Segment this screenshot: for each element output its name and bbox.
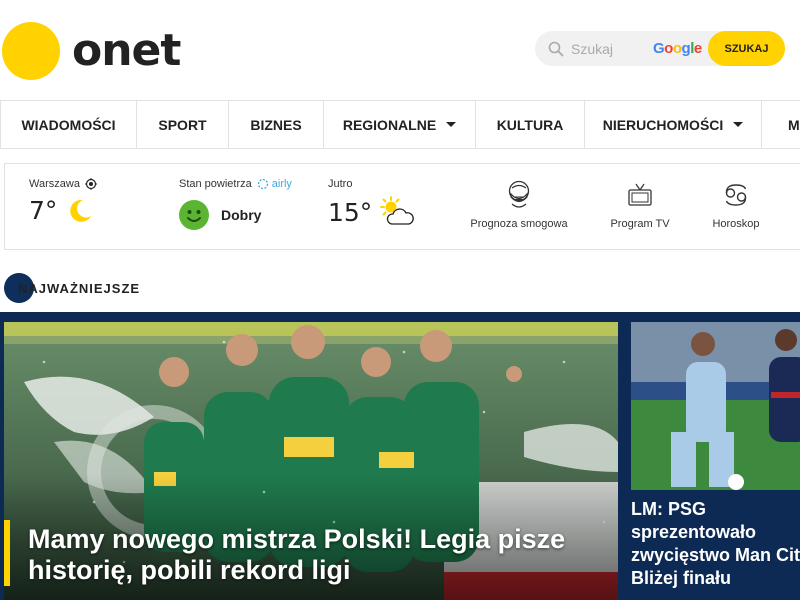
search-bar: Google SZUKAJ: [535, 31, 785, 66]
tomorrow-row: 15°: [328, 196, 416, 228]
smog-forecast-link[interactable]: Prognoza smogowa: [467, 180, 571, 230]
nav-item-regionalne[interactable]: REGIONALNE: [324, 101, 476, 148]
sun-cloud-icon: [380, 196, 415, 225]
air-quality-widget[interactable]: Stan powietrza airly Dobry: [179, 178, 292, 230]
nav-label: SPORT: [158, 116, 207, 133]
nav-item-sport[interactable]: SPORT: [137, 101, 229, 148]
tomorrow-temp: 15°: [328, 197, 373, 227]
side-story-title[interactable]: LM: PSG sprezentowało zwycięstwo Man Cit…: [631, 498, 800, 590]
tomorrow-label: Jutro: [328, 178, 353, 190]
smog-mask-icon: [508, 180, 530, 208]
weather-now-widget[interactable]: Warszawa 7°: [29, 178, 97, 225]
section-heading: NAJWAŻNIEJSZE: [4, 273, 140, 303]
side-story[interactable]: LM: PSG sprezentowało zwycięstwo Man Cit…: [631, 322, 800, 600]
chevron-down-icon: [733, 122, 744, 127]
weather-tomorrow-widget[interactable]: Jutro 15°: [328, 178, 416, 228]
google-logo: Google: [653, 40, 702, 57]
side-image: [631, 322, 800, 490]
search-button[interactable]: SZUKAJ: [708, 31, 785, 66]
logo-text: onet: [72, 25, 181, 76]
side-story-image: [631, 322, 800, 490]
search-icon: [541, 31, 571, 66]
nav-item-wiadomosci[interactable]: WIADOMOŚCI: [0, 101, 137, 148]
zodiac-icon: [725, 184, 747, 206]
air-quality-row: Dobry: [179, 200, 292, 230]
tv-program-label: Program TV: [610, 218, 670, 230]
weather-now-temp: 7°: [29, 196, 58, 225]
main-nav: WIADOMOŚCI SPORT BIZNES REGIONALNE KULTU…: [0, 100, 800, 149]
weather-city: Warszawa: [29, 178, 80, 190]
airly-icon: [257, 178, 268, 190]
nav-item-nieruchomosci[interactable]: NIERUCHOMOŚCI: [585, 101, 762, 148]
moon-icon: [70, 199, 92, 222]
air-quality-label: Stan powietrza: [179, 178, 252, 190]
header: onet Google SZUKAJ: [0, 0, 800, 100]
tv-program-link[interactable]: Program TV: [605, 180, 675, 230]
hero-story[interactable]: Mamy nowego mistrza Polski! Legia pisze …: [4, 322, 618, 600]
hero-title[interactable]: Mamy nowego mistrza Polski! Legia pisze …: [28, 524, 568, 586]
chevron-down-icon: [446, 122, 457, 127]
horoscope-link[interactable]: Horoskop: [705, 180, 767, 230]
logo-dot: [2, 22, 60, 80]
nav-label: BIZNES: [250, 116, 302, 133]
tomorrow-label-row: Jutro: [328, 178, 416, 190]
widgets-bar: Warszawa 7° Stan powietrza airly Dobry J…: [4, 163, 800, 250]
nav-item-more[interactable]: M: [762, 101, 800, 148]
location-icon: [84, 178, 97, 190]
air-quality-status: Dobry: [221, 207, 262, 223]
hero-accent-bar: [4, 520, 10, 586]
airly-text: airly: [271, 178, 292, 190]
nav-label: WIADOMOŚCI: [21, 116, 116, 133]
tv-icon: [628, 183, 652, 206]
air-quality-label-row: Stan powietrza airly: [179, 178, 292, 190]
horoscope-label: Horoskop: [712, 218, 760, 230]
onet-logo[interactable]: onet: [2, 22, 181, 80]
search-input[interactable]: [571, 40, 649, 57]
weather-city-row: Warszawa: [29, 178, 97, 190]
nav-label: KULTURA: [496, 116, 564, 133]
nav-label: REGIONALNE: [342, 116, 437, 133]
nav-item-kultura[interactable]: KULTURA: [476, 101, 585, 148]
airly-logo: airly: [257, 178, 292, 190]
weather-now-row: 7°: [29, 196, 97, 225]
section-title: NAJWAŻNIEJSZE: [18, 280, 141, 296]
nav-label: NIERUCHOMOŚCI: [602, 116, 724, 133]
smog-forecast-label: Prognoza smogowa: [470, 218, 568, 230]
smiley-icon: [179, 200, 209, 230]
nav-label: M: [788, 116, 800, 133]
nav-item-biznes[interactable]: BIZNES: [229, 101, 324, 148]
